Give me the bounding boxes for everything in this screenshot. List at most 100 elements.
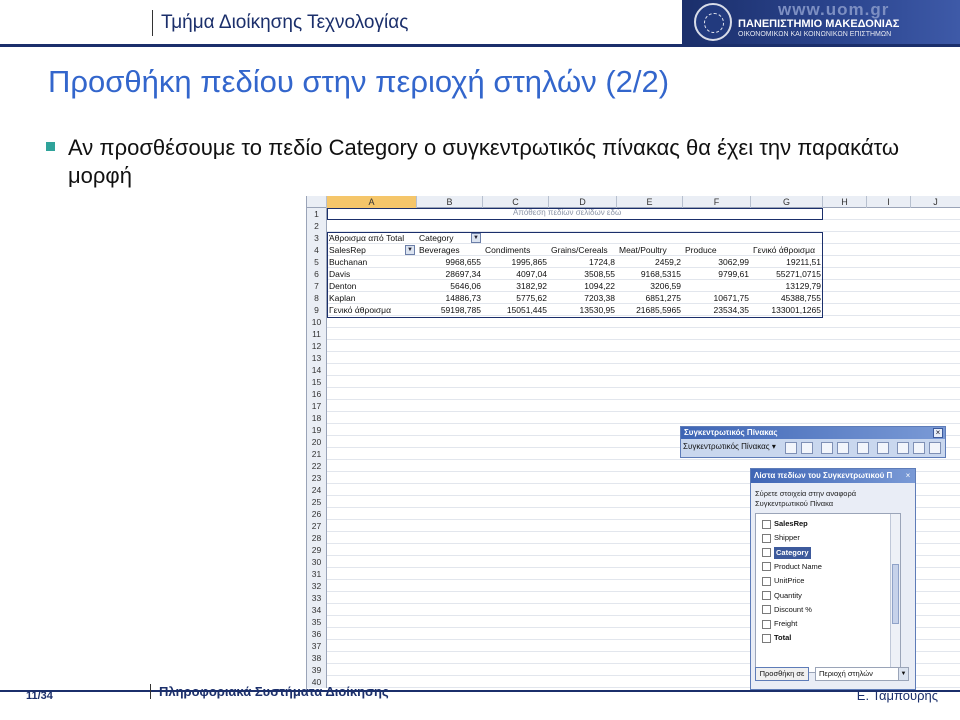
column-header[interactable]: F <box>683 196 751 208</box>
row-number[interactable]: 39 <box>307 664 327 676</box>
pivot-toolbar[interactable]: Συγκεντρωτικός Πίνακας × Συγκεντρωτικός … <box>680 426 946 458</box>
row-number[interactable]: 30 <box>307 556 327 568</box>
field-checkbox[interactable] <box>762 533 771 543</box>
pivot-column-header[interactable]: Γενικό άθροισμα <box>751 244 823 256</box>
show-detail-icon[interactable] <box>837 442 849 454</box>
row-number[interactable]: 20 <box>307 436 327 448</box>
field-list-item[interactable]: Total <box>774 632 791 644</box>
row-number[interactable]: 6 <box>307 268 327 280</box>
pivot-value-cell[interactable]: 7203,38 <box>549 292 617 304</box>
pivot-value-cell[interactable]: 1995,865 <box>483 256 549 268</box>
pivot-value-cell[interactable]: 15051,445 <box>483 304 549 316</box>
field-checkbox[interactable] <box>762 562 771 572</box>
row-number[interactable]: 13 <box>307 352 327 364</box>
field-list-scrollbar[interactable] <box>890 514 900 672</box>
refresh-data-icon[interactable] <box>857 442 869 454</box>
field-list-item[interactable]: Category <box>774 546 811 559</box>
row-number[interactable]: 35 <box>307 616 327 628</box>
field-list-item[interactable]: SalesRep <box>774 518 808 530</box>
row-number[interactable]: 38 <box>307 652 327 664</box>
row-number[interactable]: 27 <box>307 520 327 532</box>
row-number[interactable]: 25 <box>307 496 327 508</box>
pivot-value-cell[interactable]: 13530,95 <box>549 304 617 316</box>
row-number[interactable]: 33 <box>307 592 327 604</box>
field-checkbox[interactable] <box>762 591 771 600</box>
chevron-down-icon[interactable]: ▼ <box>898 668 908 680</box>
row-number[interactable]: 7 <box>307 280 327 292</box>
pivot-value-cell[interactable]: 45388,755 <box>751 292 823 304</box>
column-header[interactable]: J <box>911 196 960 208</box>
field-checkbox[interactable] <box>762 605 771 615</box>
column-header[interactable]: E <box>617 196 683 208</box>
pivot-value-cell[interactable]: 9799,61 <box>683 268 751 280</box>
close-icon[interactable]: × <box>903 471 913 481</box>
column-header[interactable]: B <box>417 196 483 208</box>
row-number[interactable]: 26 <box>307 508 327 520</box>
pivot-value-cell[interactable]: 9168,5315 <box>617 268 683 280</box>
pivot-column-header[interactable]: Grains/Cereals <box>549 244 617 256</box>
pivot-row-label[interactable]: Davis <box>327 268 417 280</box>
row-number[interactable]: 17 <box>307 400 327 412</box>
column-header[interactable]: G <box>751 196 823 208</box>
row-number[interactable]: 24 <box>307 484 327 496</box>
field-checkbox[interactable] <box>762 548 771 558</box>
chart-wizard-icon[interactable] <box>801 442 813 454</box>
row-number[interactable]: 15 <box>307 376 327 388</box>
pivot-value-cell[interactable]: 55271,0715 <box>751 268 823 280</box>
row-number[interactable]: 19 <box>307 424 327 436</box>
pivot-data-label[interactable]: Άθροισμα από Total <box>327 232 417 244</box>
pivot-value-cell[interactable]: 3062,99 <box>683 256 751 268</box>
row-number[interactable]: 16 <box>307 388 327 400</box>
column-header[interactable]: A <box>327 196 417 208</box>
row-number[interactable]: 22 <box>307 460 327 472</box>
pivot-value-cell[interactable]: 4097,04 <box>483 268 549 280</box>
row-number[interactable]: 29 <box>307 544 327 556</box>
pivot-value-cell[interactable]: 10671,75 <box>683 292 751 304</box>
pivot-value-cell[interactable] <box>683 280 751 292</box>
pivot-value-cell[interactable]: 5646,06 <box>417 280 483 292</box>
row-number[interactable]: 28 <box>307 532 327 544</box>
row-number[interactable]: 9 <box>307 304 327 316</box>
row-number[interactable]: 5 <box>307 256 327 268</box>
corner-cell[interactable] <box>307 196 327 208</box>
field-dropdown-icon[interactable]: ▼ <box>405 245 415 255</box>
field-list-item[interactable]: Discount % <box>774 604 812 616</box>
pivot-menu-dropdown[interactable]: Συγκεντρωτικός Πίνακας ▾ <box>683 442 776 451</box>
row-number[interactable]: 12 <box>307 340 327 352</box>
always-display-items-icon[interactable] <box>897 442 909 454</box>
field-list-item[interactable]: Product Name <box>774 561 822 573</box>
pivot-value-cell[interactable]: 21685,5965 <box>617 304 683 316</box>
row-number[interactable]: 36 <box>307 628 327 640</box>
pivot-value-cell[interactable]: 23534,35 <box>683 304 751 316</box>
pivot-value-cell[interactable]: 3508,55 <box>549 268 617 280</box>
row-number[interactable]: 3 <box>307 232 327 244</box>
pivot-value-cell[interactable]: 13129,79 <box>751 280 823 292</box>
pivot-value-cell[interactable]: 19211,51 <box>751 256 823 268</box>
row-number[interactable]: 11 <box>307 328 327 340</box>
pivot-value-cell[interactable]: 6851,275 <box>617 292 683 304</box>
field-dropdown-icon[interactable]: ▼ <box>471 233 481 243</box>
pivot-value-cell[interactable]: 3206,59 <box>617 280 683 292</box>
pivot-value-cell[interactable]: 14886,73 <box>417 292 483 304</box>
pivot-value-cell[interactable]: 59198,785 <box>417 304 483 316</box>
include-hidden-items-icon[interactable] <box>877 442 889 454</box>
field-list-item[interactable]: Freight <box>774 618 797 630</box>
add-to-button[interactable]: Προσθήκη σε <box>755 667 809 681</box>
field-checkbox[interactable] <box>762 633 771 643</box>
row-number[interactable]: 2 <box>307 220 327 232</box>
pivot-row-field[interactable]: SalesRep <box>327 244 417 256</box>
field-list-icon[interactable] <box>929 442 941 454</box>
pivot-column-header[interactable]: Condiments <box>483 244 549 256</box>
field-list-item[interactable]: Quantity <box>774 590 802 602</box>
page-field-area[interactable] <box>327 208 823 220</box>
row-number[interactable]: 23 <box>307 472 327 484</box>
pivot-field-list[interactable]: Λίστα πεδίων του Συγκεντρωτικού Π × Σύρε… <box>750 468 916 690</box>
pivot-value-cell[interactable]: 1724,8 <box>549 256 617 268</box>
format-report-icon[interactable] <box>785 442 797 454</box>
row-number[interactable]: 1 <box>307 208 327 220</box>
pivot-column-header[interactable]: Produce <box>683 244 751 256</box>
pivot-value-cell[interactable]: 2459,2 <box>617 256 683 268</box>
pivot-column-header[interactable]: Beverages <box>417 244 483 256</box>
pivot-value-cell[interactable]: 28697,34 <box>417 268 483 280</box>
field-list-item[interactable]: UnitPrice <box>774 575 804 587</box>
